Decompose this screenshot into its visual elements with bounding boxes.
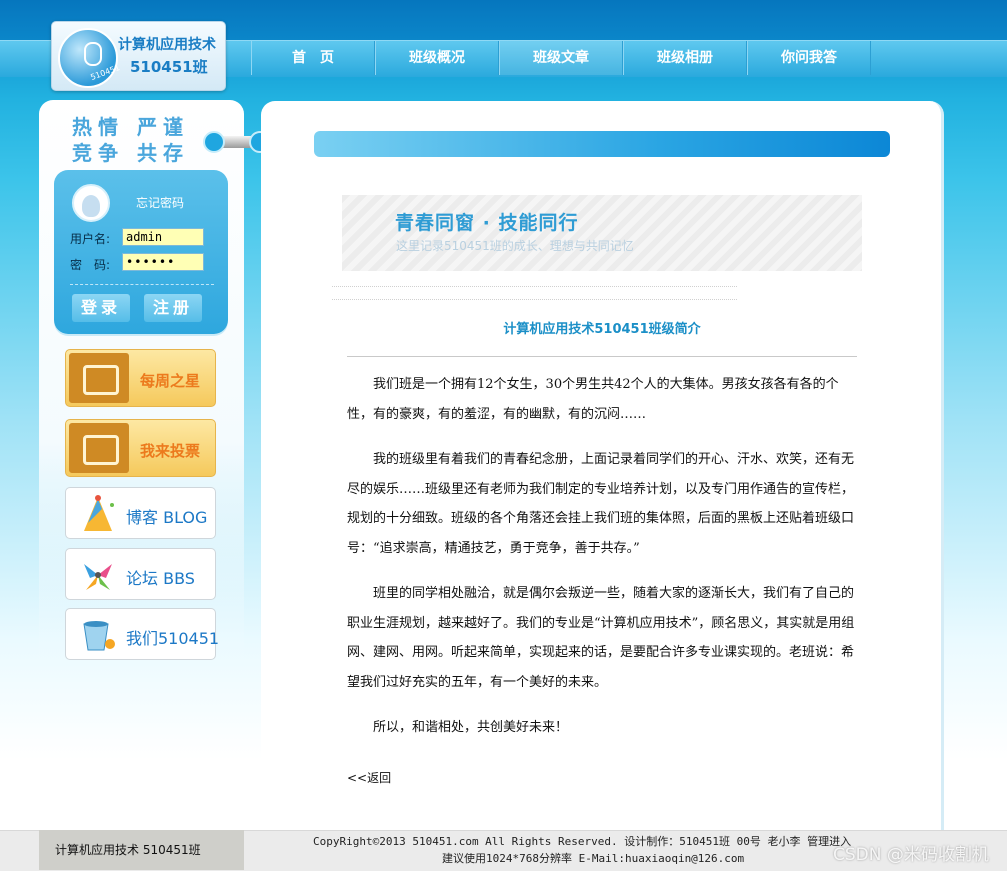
- slogan-line-1: 热情 严谨: [72, 115, 189, 139]
- mouse-icon: [84, 42, 102, 66]
- forgot-password-link[interactable]: 忘记密码: [136, 194, 184, 211]
- back-link[interactable]: <<返回: [347, 769, 391, 786]
- username-label: 用户名:: [70, 232, 111, 246]
- article-paragraph: 我们班是一个拥有12个女生，30个男生共42个人的大集体。男孩女孩各有各的个性，…: [347, 377, 839, 422]
- article-divider: [347, 356, 857, 357]
- about-tile[interactable]: 我们510451: [65, 608, 220, 660]
- house-icon: [69, 353, 129, 403]
- csdn-watermark: CSDN @米码收割机: [833, 845, 989, 865]
- about-label: 我们510451: [126, 629, 220, 648]
- weekly-star-label: 每周之星: [140, 372, 201, 390]
- site-logo[interactable]: 510451 计算机应用技术 510451班: [51, 21, 226, 91]
- slogan-line-2: 竞争 共存: [72, 141, 189, 165]
- footer-contact: 建议使用1024*768分辨率 E-Mail:huaxiaoqin@126.co…: [442, 852, 745, 865]
- paint-bucket-icon: [83, 621, 115, 651]
- sidebar-slogan: 热情 严谨 竞争 共存: [72, 114, 189, 166]
- banner-subtitle: 这里记录510451班的成长、理想与共同记忆: [396, 239, 634, 253]
- people-icon: [84, 564, 112, 590]
- dotted-divider: [332, 286, 737, 300]
- login-button[interactable]: 登录: [72, 294, 130, 322]
- article-title: 计算机应用技术510451班级简介: [503, 322, 701, 337]
- footer-class-name: 计算机应用技术 510451班: [39, 830, 244, 870]
- party-hat-icon: [84, 495, 114, 531]
- article-paragraph: 班里的同学相处融洽，就是偶尔会叛逆一些，随着大家的逐渐长大，我们有了自己的职业生…: [347, 586, 855, 690]
- content-header-bar: [314, 131, 890, 157]
- nav-home[interactable]: 首 页: [251, 41, 375, 75]
- blog-tile[interactable]: 博客 BLOG: [65, 487, 216, 539]
- article-paragraph: 所以，和谐相处，共创美好未来！: [373, 720, 569, 735]
- vote-tile[interactable]: 我来投票: [65, 419, 216, 477]
- article-paragraph: 我的班级里有着我们的青春纪念册，上面记录着同学们的开心、汗水、欢笑，还有无尽的娱…: [347, 452, 855, 556]
- nav-qa[interactable]: 你问我答: [747, 41, 871, 75]
- weekly-star-tile[interactable]: 每周之星: [65, 349, 216, 407]
- footer-copyright: CopyRight©2013 510451.com All Rights Res…: [313, 835, 852, 848]
- login-divider: [70, 284, 214, 285]
- article-body: 我们班是一个拥有12个女生，30个男生共42个人的大集体。男孩女孩各有各的个性，…: [347, 370, 857, 759]
- nav-class-album[interactable]: 班级相册: [623, 41, 747, 75]
- nav-class-articles[interactable]: 班级文章: [499, 41, 623, 75]
- banner-title: 青春同窗 · 技能同行: [395, 212, 579, 234]
- password-input[interactable]: ••••••: [122, 253, 204, 271]
- logo-subtitle: 510451班: [130, 58, 208, 76]
- register-button[interactable]: 注册: [144, 294, 202, 322]
- vote-label: 我来投票: [140, 442, 201, 460]
- password-label: 密 码:: [70, 258, 111, 272]
- logo-title: 计算机应用技术: [118, 37, 216, 53]
- phone-icon: [69, 423, 129, 473]
- bbs-tile[interactable]: 论坛 BBS: [65, 548, 216, 600]
- blog-label: 博客 BLOG: [126, 508, 208, 527]
- login-box: 忘记密码 用户名: admin 密 码: •••••• 登录 注册: [54, 170, 228, 334]
- username-input[interactable]: admin: [122, 228, 204, 246]
- avatar-icon: [72, 184, 110, 222]
- logo-emblem: 510451: [58, 28, 121, 88]
- nav-class-overview[interactable]: 班级概况: [375, 41, 499, 75]
- bbs-label: 论坛 BBS: [126, 569, 195, 588]
- main-nav: 首 页 班级概况 班级文章 班级相册 你问我答: [251, 41, 871, 75]
